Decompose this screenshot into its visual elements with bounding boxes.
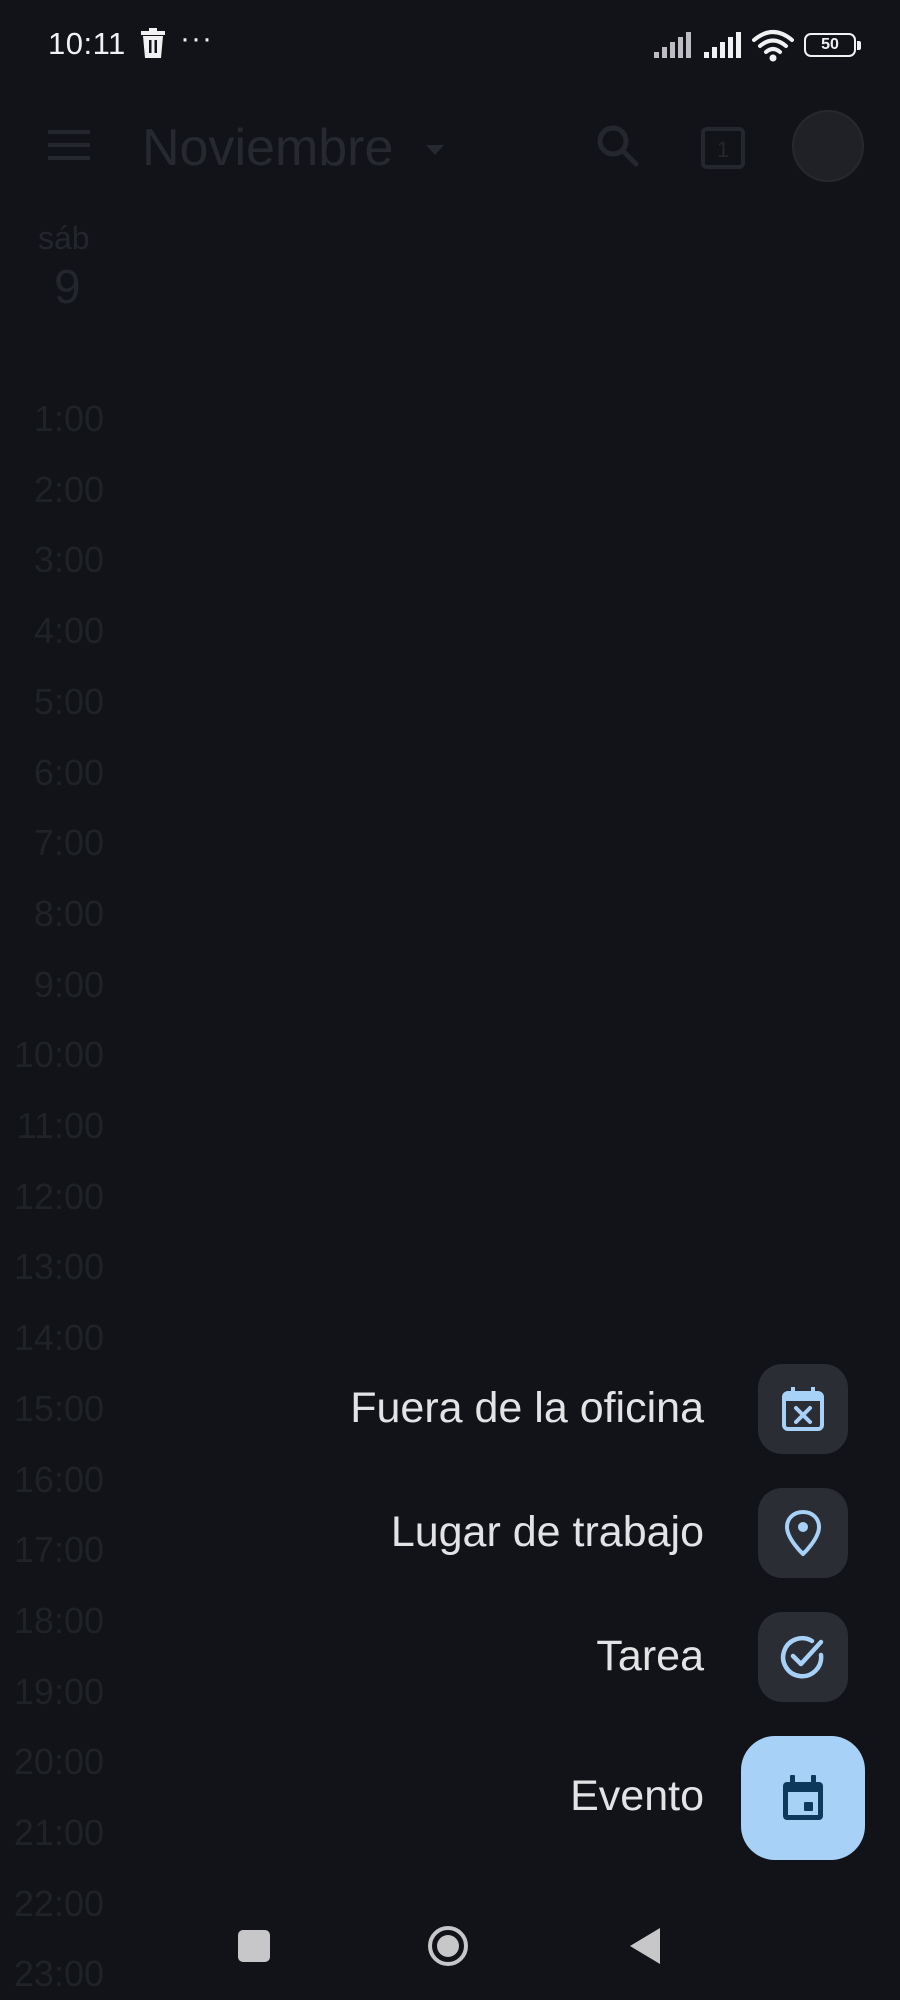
- hour-label: 13:00: [13, 1246, 104, 1288]
- task-button[interactable]: [758, 1612, 848, 1702]
- recents-button[interactable]: [238, 1930, 270, 1962]
- home-button[interactable]: [428, 1926, 468, 1966]
- hour-label: 1:00: [33, 398, 104, 439]
- status-time: 10:11: [48, 26, 126, 61]
- wifi-icon: [752, 30, 794, 62]
- out-of-office-label[interactable]: Fuera de la oficina: [350, 1384, 704, 1433]
- task-check-icon: [780, 1635, 824, 1679]
- hour-label: 19:00: [13, 1670, 104, 1712]
- hour-label: 6:00: [33, 751, 104, 793]
- month-title[interactable]: Noviembre: [142, 118, 393, 178]
- hour-label: 22:00: [13, 1882, 104, 1924]
- today-badge: 1: [717, 137, 729, 162]
- signal-icon: [704, 32, 741, 58]
- hour-label: 21:00: [13, 1812, 104, 1853]
- hour-label: 16:00: [13, 1458, 104, 1500]
- today-icon[interactable]: 1: [700, 124, 746, 170]
- hour-label: 2:00: [33, 468, 104, 510]
- hour-label: 15:00: [13, 1387, 104, 1429]
- location-pin-icon: [785, 1510, 821, 1556]
- task-label[interactable]: Tarea: [596, 1632, 704, 1681]
- menu-icon[interactable]: [48, 130, 90, 160]
- hour-label: 20:00: [13, 1741, 104, 1783]
- hour-label: 17:00: [13, 1529, 104, 1571]
- hour-label: 10:00: [13, 1034, 104, 1076]
- back-button[interactable]: [630, 1928, 660, 1964]
- workplace-label[interactable]: Lugar de trabajo: [391, 1508, 704, 1557]
- hour-label: 11:00: [16, 1105, 104, 1146]
- more-notifications-icon: ···: [180, 22, 213, 55]
- calendar-x-icon: [782, 1387, 824, 1431]
- out-of-office-button[interactable]: [758, 1364, 848, 1454]
- chevron-down-icon[interactable]: [426, 145, 444, 155]
- search-icon[interactable]: [594, 122, 640, 168]
- avatar[interactable]: [792, 110, 864, 182]
- status-bar: 10:11 ··· 50: [0, 0, 900, 90]
- battery-icon: 50: [804, 33, 861, 57]
- day-number[interactable]: 9: [54, 260, 81, 315]
- hour-label: 12:00: [13, 1175, 104, 1217]
- hour-label: 23:00: [13, 1953, 104, 1995]
- hour-label: 18:00: [13, 1599, 104, 1641]
- hour-label: 9:00: [33, 963, 104, 1005]
- signal-icon: [654, 32, 691, 58]
- event-calendar-icon: [783, 1775, 823, 1820]
- hour-label: 14:00: [13, 1317, 104, 1359]
- event-label[interactable]: Evento: [570, 1772, 704, 1821]
- hour-label: 5:00: [33, 680, 104, 722]
- hour-label: 3:00: [33, 539, 104, 581]
- workplace-button[interactable]: [758, 1488, 848, 1578]
- status-indicators: 50: [652, 28, 861, 62]
- hour-label: 4:00: [33, 610, 104, 652]
- hour-label: 8:00: [33, 892, 104, 934]
- hour-label: 7:00: [33, 822, 104, 864]
- new-event-button[interactable]: [741, 1736, 865, 1860]
- trash-icon: [141, 28, 165, 58]
- day-name: sáb: [38, 220, 90, 256]
